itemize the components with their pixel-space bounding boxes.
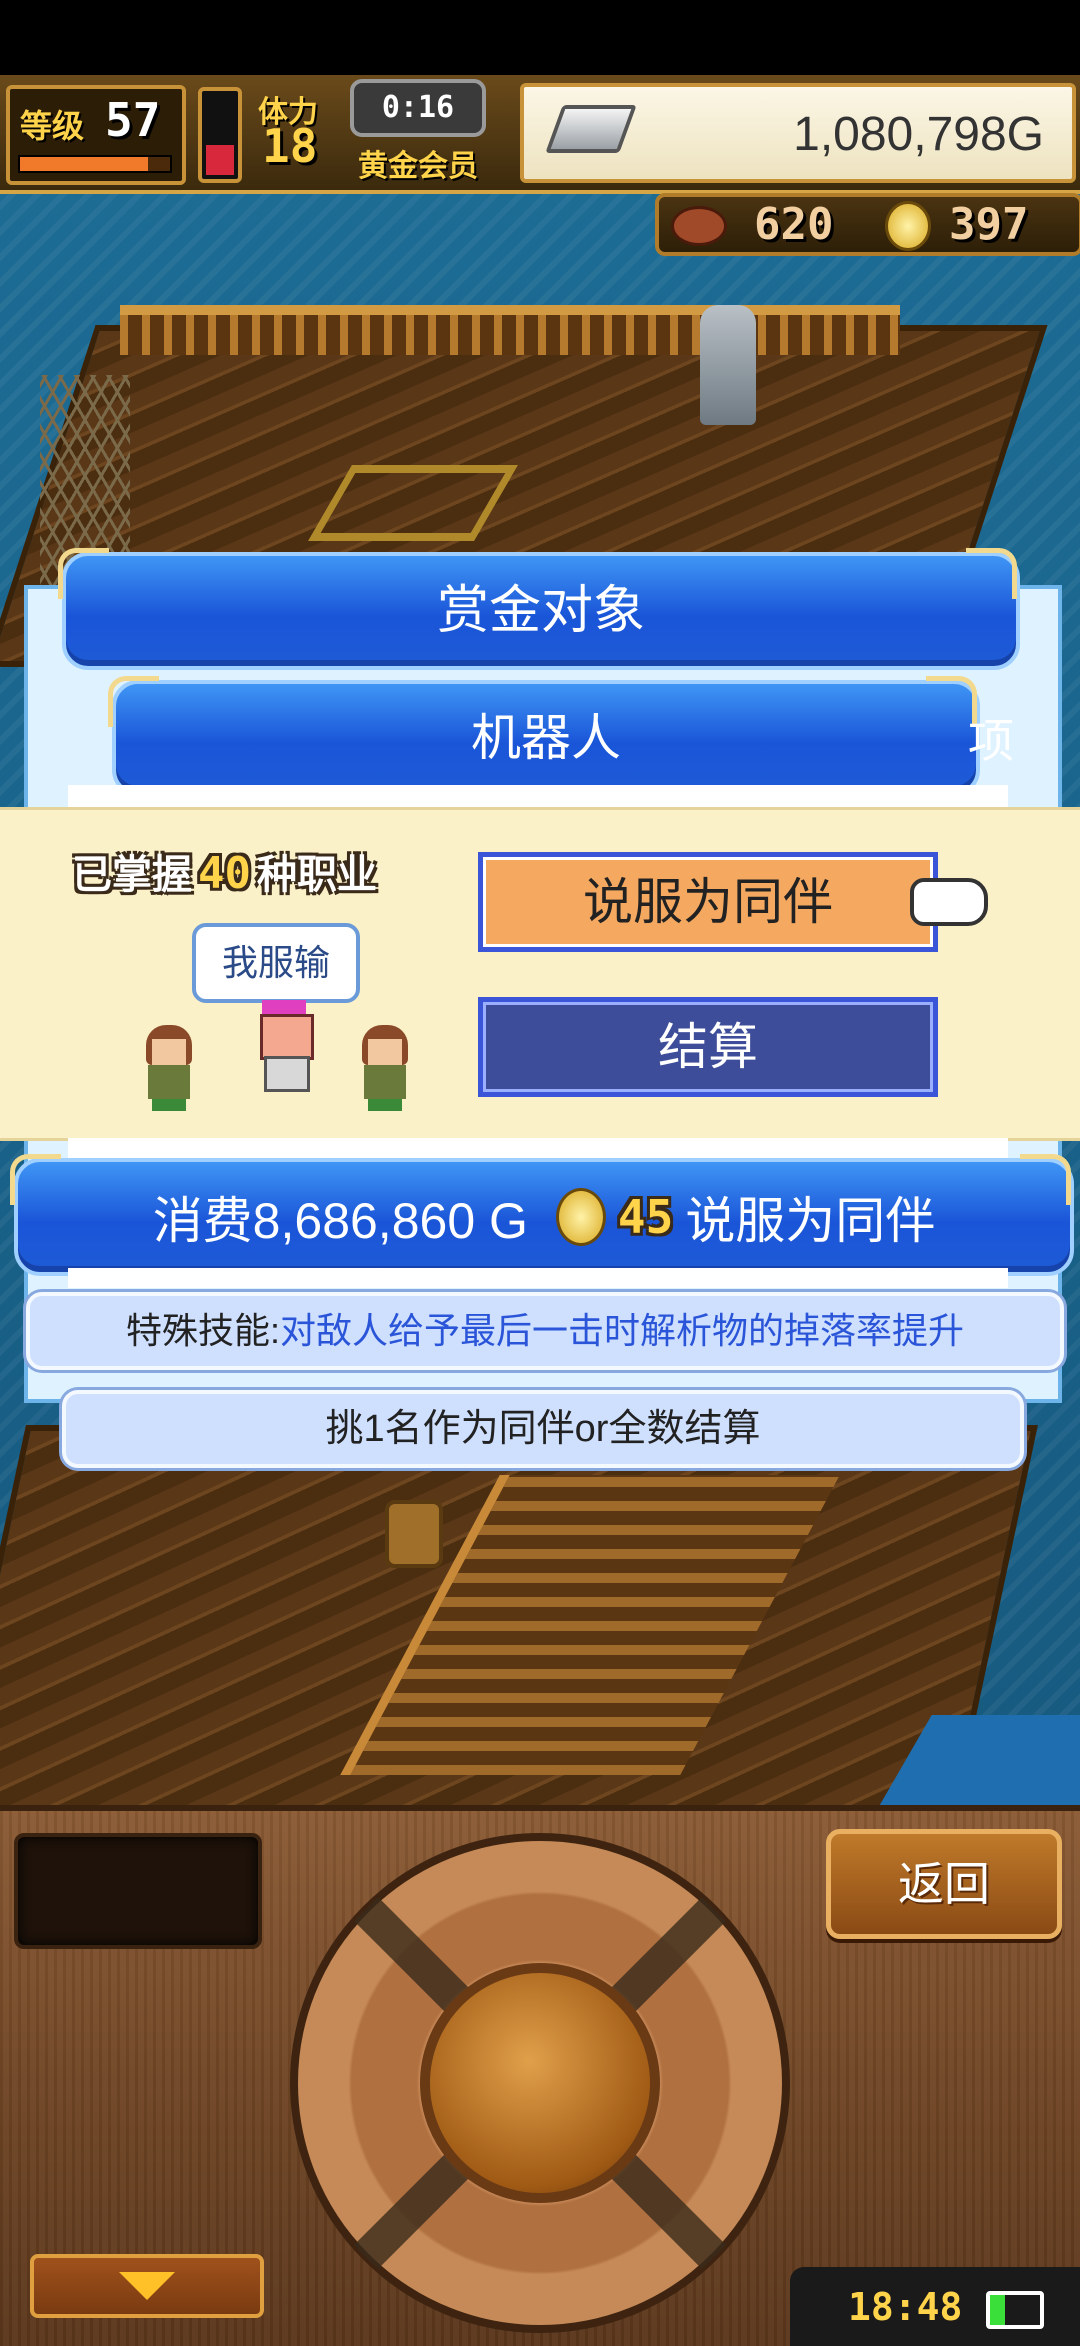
persuade-button[interactable]: 说服为同伴 xyxy=(478,852,938,952)
gold-panel: 1,080,798G xyxy=(520,83,1076,183)
status-hud: 等级 57 体力 18 0:16 黄金会员 1,080,798G xyxy=(0,75,1080,194)
target-corner-left xyxy=(108,676,159,727)
level-value: 57 xyxy=(105,93,161,147)
instruction-text: 挑1名作为同伴or全数结算 xyxy=(325,1408,761,1450)
medal-cost: 45 xyxy=(617,1190,674,1244)
dialog-white-strip xyxy=(68,785,1008,807)
skill-bar: 特殊技能:对敌人给予最后一击时解析物的掉落率提升 xyxy=(26,1292,1064,1370)
cost-text: 消费8,686,860 G xyxy=(152,1193,528,1249)
timer: 0:16 xyxy=(381,90,455,125)
medal-coin-icon xyxy=(555,1188,606,1246)
mastered-count: 40 xyxy=(198,848,251,899)
membership-badge: 黄金会员 xyxy=(358,149,478,184)
skill-label: 特殊技能: xyxy=(125,1310,280,1351)
cost-corner-right xyxy=(1020,1154,1071,1205)
food-count: 620 xyxy=(754,199,834,250)
title-corner-right xyxy=(966,548,1017,599)
instruction-bar: 挑1名作为同伴or全数结算 xyxy=(62,1390,1024,1468)
deck-railing xyxy=(120,305,900,355)
back-button[interactable]: 返回 xyxy=(826,1829,1062,1939)
exp-bar xyxy=(18,155,172,173)
timer-box: 0:16 xyxy=(350,79,486,137)
medal-coin-icon xyxy=(885,201,931,251)
target-name: 机器人 xyxy=(471,710,621,766)
settle-button[interactable]: 结算 xyxy=(478,997,938,1097)
side-text: 项 xyxy=(968,715,1014,767)
target-name-bar: 机器人 xyxy=(112,680,980,796)
resource-row: 620 397 xyxy=(655,193,1080,256)
mastered-prefix: 已掌握 xyxy=(72,852,192,898)
center-button[interactable] xyxy=(420,1963,660,2203)
lamp-post xyxy=(700,305,756,425)
medal-count: 397 xyxy=(949,199,1029,250)
action-panel: 已掌握 40 种职业 我服输 说服为同伴 结算 xyxy=(0,807,1080,1141)
skill-text: 对敌人给予最后一击时解析物的掉落率提升 xyxy=(280,1310,965,1351)
gold-amount: 1,080,798G xyxy=(793,108,1044,161)
settle-label: 结算 xyxy=(658,1019,758,1075)
stamina-value: 18 xyxy=(262,119,318,173)
soldier-right xyxy=(354,1025,416,1113)
stamina-bar xyxy=(198,87,242,183)
robot-character xyxy=(256,1000,314,1092)
pointing-hand-icon xyxy=(910,878,988,926)
cost-corner-left xyxy=(10,1154,61,1205)
mastered-suffix: 种职业 xyxy=(256,852,377,898)
silver-ingot-icon xyxy=(545,105,637,153)
dark-slot xyxy=(14,1833,262,1949)
barrel xyxy=(385,1500,443,1568)
cost-suffix: 说服为同伴 xyxy=(685,1193,936,1249)
dialog-white-strip-bottom xyxy=(68,1268,1008,1288)
level-box: 等级 57 xyxy=(6,85,186,185)
clock: 18:48 xyxy=(848,2285,963,2329)
clock-box: 18:48 xyxy=(790,2267,1080,2346)
back-label: 返回 xyxy=(898,1858,990,1910)
cost-bar[interactable]: 消费8,686,860 G 45 说服为同伴 xyxy=(14,1158,1074,1276)
soldier-left xyxy=(138,1025,200,1113)
title-corner-left xyxy=(58,548,109,599)
battery-icon xyxy=(986,2291,1044,2329)
top-black-bar xyxy=(0,0,1080,75)
level-label: 等级 xyxy=(20,107,85,145)
dialog-title-bar: 赏金对象 xyxy=(62,552,1020,670)
mastered-jobs: 已掌握 40 种职业 xyxy=(72,842,377,900)
speech-text: 我服输 xyxy=(221,942,330,983)
menu-toggle-button[interactable] xyxy=(30,2254,264,2318)
meat-icon xyxy=(671,206,727,246)
speech-bubble: 我服输 xyxy=(192,923,360,1003)
stamina-fill xyxy=(206,145,234,175)
dialog-title: 赏金对象 xyxy=(436,582,645,640)
control-panel: 返回 18:48 xyxy=(0,1805,1080,2346)
down-arrow-icon xyxy=(119,2272,175,2300)
persuade-label: 说服为同伴 xyxy=(583,874,833,930)
